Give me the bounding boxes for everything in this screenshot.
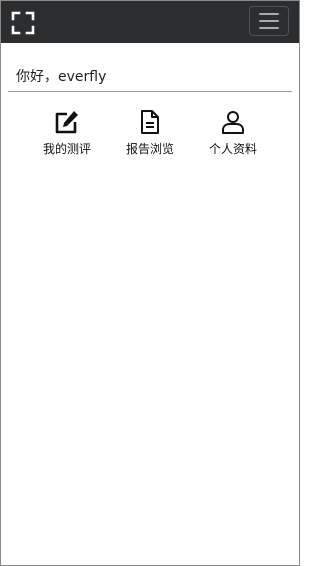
hamburger-icon-bar	[259, 27, 279, 29]
menu-toggle-button[interactable]	[249, 6, 289, 36]
edit-icon	[55, 111, 78, 134]
document-icon	[141, 110, 159, 134]
hamburger-icon-bar	[259, 13, 279, 15]
nav-item-profile[interactable]: 个人资料	[193, 109, 273, 157]
expand-corners-icon[interactable]	[11, 11, 35, 35]
divider	[8, 91, 292, 92]
nav-item-report-browse[interactable]: 报告浏览	[110, 109, 190, 157]
nav-item-label: 我的测评	[42, 142, 91, 156]
user-icon	[222, 111, 244, 134]
top-navbar	[1, 1, 299, 43]
app-frame: 你好，everfly 我的测评 报告浏览 个人资料	[0, 0, 300, 566]
nav-item-label: 个人资料	[208, 142, 257, 156]
hamburger-icon-bar	[259, 20, 279, 22]
greeting-text: 你好，everfly	[16, 69, 107, 85]
nav-item-my-assessment[interactable]: 我的测评	[27, 109, 107, 157]
nav-item-label: 报告浏览	[125, 142, 174, 156]
